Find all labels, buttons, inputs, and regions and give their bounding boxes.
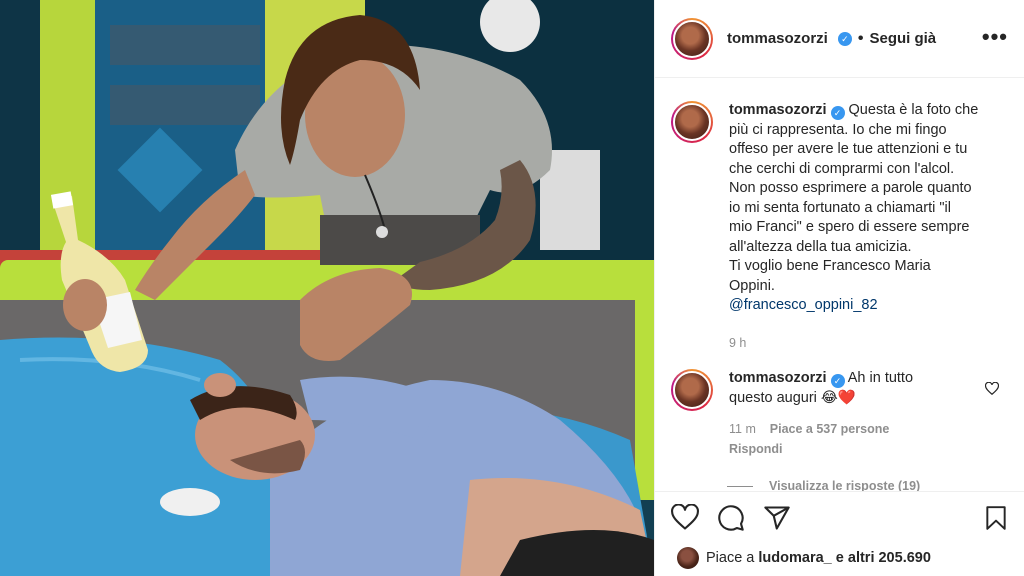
caption-line: Non posso esprimere a parole quanto bbox=[729, 180, 972, 196]
comment-time: 11 m bbox=[729, 422, 756, 436]
share-send-icon[interactable] bbox=[763, 504, 791, 532]
replies-divider bbox=[727, 485, 753, 487]
post-side-panel: tommasozorzi ✓ • Segui già ••• tommasozor… bbox=[654, 0, 1024, 576]
caption-text: tommasozorzi ✓ Questa è la foto che più c… bbox=[729, 101, 985, 316]
view-replies-label: Visualizza le risposte (19) bbox=[769, 479, 921, 491]
comment-line: questo auguri bbox=[729, 389, 817, 406]
liker-username[interactable]: ludomara_ bbox=[758, 550, 831, 566]
likes-prefix: Piace a bbox=[706, 550, 755, 566]
author-username[interactable]: tommasozorzi bbox=[727, 30, 828, 47]
likes-others[interactable]: e altri 205.690 bbox=[836, 550, 931, 566]
comment-body: tommasozorzi ✓ Ah in tutto questo auguri … bbox=[729, 369, 959, 459]
more-options-icon[interactable]: ••• bbox=[982, 26, 1008, 48]
caption-username[interactable]: tommasozorzi bbox=[729, 102, 827, 118]
view-replies-button[interactable]: Visualizza le risposte (19) bbox=[727, 479, 920, 491]
comment-meta: 11 m Piace a 537 persone bbox=[729, 420, 959, 440]
comment-item: tommasozorzi ✓ Ah in tutto questo auguri … bbox=[671, 369, 959, 459]
comment-line: Ah in tutto bbox=[847, 370, 914, 386]
caption-line: più ci rappresenta. Io che mi fingo bbox=[729, 121, 947, 138]
comment-username[interactable]: tommasozorzi bbox=[729, 370, 827, 386]
reply-button[interactable]: Rispondi bbox=[729, 440, 959, 460]
caption-line: Questa è la foto che bbox=[848, 102, 979, 118]
verified-badge-icon: ✓ bbox=[837, 31, 852, 46]
mention-link[interactable]: @francesco_oppini_82 bbox=[729, 297, 878, 313]
like-heart-icon[interactable] bbox=[671, 504, 699, 532]
caption-avatar[interactable] bbox=[671, 101, 713, 143]
liker-avatar bbox=[677, 547, 699, 569]
verified-badge-icon: ✓ bbox=[830, 374, 845, 388]
caption-line: che cerchi di comprarmi con l'alcol. bbox=[729, 160, 955, 177]
verified-badge-icon: ✓ bbox=[830, 106, 845, 120]
caption-line: all'altezza della tua amicizia. bbox=[729, 238, 912, 255]
post-photo[interactable] bbox=[0, 0, 654, 576]
author-avatar[interactable] bbox=[671, 17, 713, 60]
caption-line: Ti voglio bene Francesco Maria bbox=[729, 258, 931, 274]
header-text: tommasozorzi ✓ • Segui già bbox=[727, 30, 936, 48]
follow-status-button[interactable]: Segui già bbox=[869, 30, 936, 47]
caption-block: tommasozorzi ✓ Questa è la foto che più c… bbox=[671, 101, 985, 353]
caption-time[interactable]: 9 h bbox=[729, 334, 985, 354]
post-header: tommasozorzi ✓ • Segui già ••• bbox=[655, 0, 1024, 78]
action-bar: Piace a ludomara_ e altri 205.690 bbox=[655, 491, 1024, 576]
likes-summary[interactable]: Piace a ludomara_ e altri 205.690 bbox=[677, 547, 931, 569]
comment-like-heart-icon[interactable] bbox=[985, 382, 999, 396]
action-icons bbox=[671, 504, 1009, 534]
caption-line: mio Franci" e spero di essere sempre bbox=[729, 219, 970, 235]
save-bookmark-icon[interactable] bbox=[983, 504, 1009, 532]
caption-line: offeso per avere le tue attenzioni e tu bbox=[729, 141, 968, 157]
comment-emoji: 😂❤️ bbox=[820, 389, 856, 406]
comment-avatar[interactable] bbox=[671, 369, 713, 411]
caption-body: tommasozorzi ✓ Questa è la foto che più c… bbox=[729, 101, 985, 353]
comment-bubble-icon[interactable] bbox=[717, 504, 745, 532]
caption-line: io mi senta fortunato a chiamarti "il bbox=[729, 199, 951, 216]
caption-line: Oppini. bbox=[729, 277, 775, 294]
photo-illustration bbox=[0, 0, 654, 576]
comment-likes-count[interactable]: Piace a 537 persone bbox=[770, 422, 890, 436]
comments-section[interactable]: tommasozorzi ✓ Questa è la foto che più c… bbox=[655, 79, 1024, 491]
comment-text: tommasozorzi ✓ Ah in tutto questo auguri … bbox=[729, 369, 959, 408]
separator-dot: • bbox=[857, 29, 864, 47]
